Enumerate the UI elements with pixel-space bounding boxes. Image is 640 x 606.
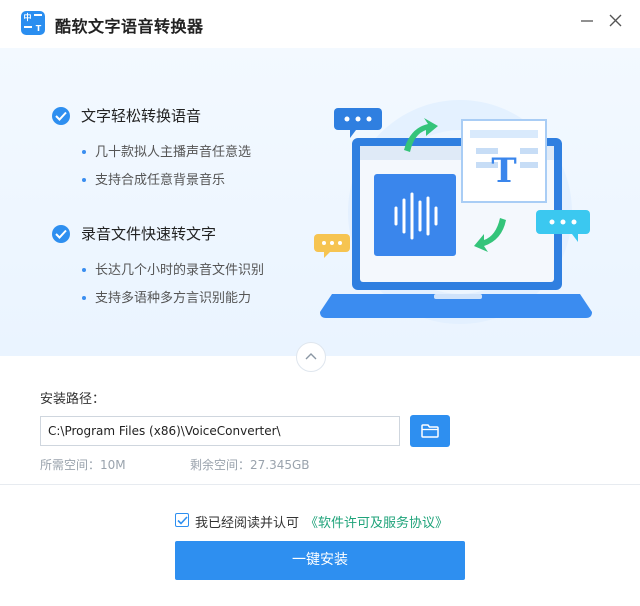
feature-title: 录音文件快速转文字 [81,225,217,243]
install-path-input[interactable] [40,416,400,446]
logo-glyph-t: T [35,24,42,33]
close-icon [609,14,622,27]
bullet-text: 长达几个小时的录音文件识别 [95,263,265,278]
logo-bar-icon [24,26,32,28]
minimize-button[interactable] [574,10,600,32]
checkmark-icon [177,516,188,525]
bullet-dot-icon [82,295,86,300]
document-glyph: T [491,151,516,191]
bullet-dot-icon [82,267,86,272]
laptop-illustration: T [314,100,592,324]
feature-title: 文字轻松转换语音 [81,107,202,125]
section-divider [0,484,640,485]
check-circle-icon [52,107,70,125]
feature-bullet: 长达几个小时的录音文件识别 [82,259,264,278]
check-circle-icon [52,225,70,243]
minimize-icon [581,20,593,22]
bullet-text: 几十款拟人主播声音任意选 [95,145,252,160]
agreement-checkbox[interactable] [175,513,189,527]
required-space-text: 所需空间：10M [40,458,126,472]
bullet-text: 支持合成任意背景音乐 [95,173,226,188]
feature-bullet: 支持多语种多方言识别能力 [82,287,251,306]
app-logo-icon: 中 T [21,11,45,35]
logo-bar-icon [34,14,42,16]
installer-window: 中 T 酷软文字语音转换器 文字轻松转换语音 几十款拟人主播声音任意选 支持合成… [0,0,640,606]
audio-wave-icon [374,174,456,256]
folder-icon [421,424,439,438]
bullet-text: 支持多语种多方言识别能力 [95,291,252,306]
feature-bullet: 几十款拟人主播声音任意选 [82,141,251,160]
feature-banner: 文字轻松转换语音 几十款拟人主播声音任意选 支持合成任意背景音乐 录音文件快速转… [0,48,640,356]
bullet-dot-icon [82,149,86,154]
free-space-text: 剩余空间：27.345GB [190,458,310,472]
close-button[interactable] [602,10,628,32]
bullet-dot-icon [82,177,86,182]
logo-glyph-zhong: 中 [23,13,32,22]
title-bar: 中 T 酷软文字语音转换器 [0,0,640,48]
license-agreement-link[interactable]: 《软件许可及服务协议》 [305,512,448,531]
collapse-banner-button[interactable] [296,342,326,372]
chevron-up-icon [305,353,317,360]
browse-folder-button[interactable] [410,415,450,447]
feature-bullet: 支持合成任意背景音乐 [82,169,225,188]
install-button[interactable]: 一键安装 [175,541,465,580]
agreement-text: 我已经阅读并认可 [195,516,300,531]
app-title: 酷软文字语音转换器 [55,17,204,36]
install-path-label: 安装路径： [40,392,106,407]
